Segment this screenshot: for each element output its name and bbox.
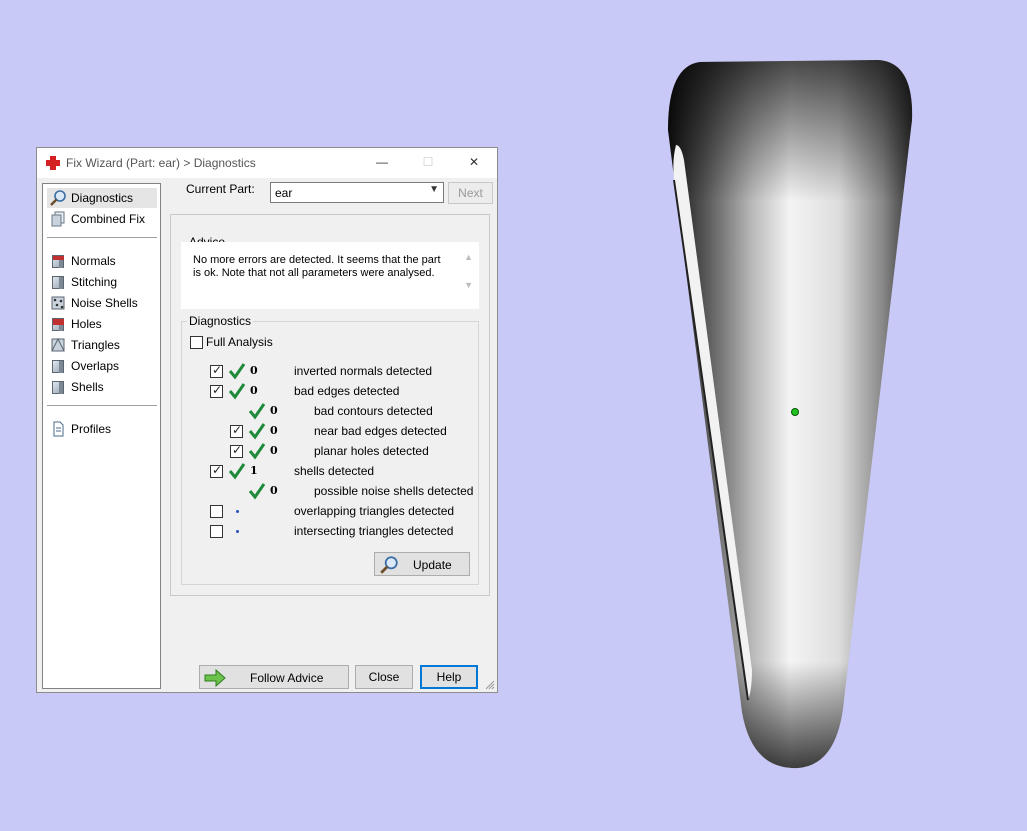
window-title: Fix Wizard (Part: ear) > Diagnostics bbox=[66, 156, 256, 170]
diag-label: overlapping triangles detected bbox=[294, 504, 455, 518]
document-icon bbox=[53, 421, 64, 437]
diag-checkbox-overlapping-triangles[interactable] bbox=[210, 505, 223, 518]
cube-triangles-icon bbox=[51, 337, 65, 352]
diag-label: planar holes detected bbox=[314, 444, 429, 458]
update-button[interactable]: Update bbox=[374, 552, 470, 576]
nav-label: Profiles bbox=[71, 422, 112, 436]
diag-label: possible noise shells detected bbox=[314, 484, 474, 498]
nav-label: Overlaps bbox=[71, 359, 120, 373]
diag-count: 0 bbox=[250, 364, 258, 377]
maximize-button[interactable]: ☐ bbox=[405, 148, 451, 178]
nav-item-combined-fix[interactable]: Combined Fix bbox=[47, 209, 157, 229]
green-check-icon bbox=[248, 403, 266, 420]
nav-label: Shells bbox=[71, 380, 104, 394]
nav-item-stitching[interactable]: Stitching bbox=[47, 272, 157, 292]
green-check-icon bbox=[248, 483, 266, 500]
nav-item-overlaps[interactable]: Overlaps bbox=[47, 356, 157, 376]
current-part-value: ear bbox=[275, 186, 293, 200]
nav-label: Triangles bbox=[71, 338, 120, 352]
nav-item-holes[interactable]: Holes bbox=[47, 314, 157, 334]
magnifier-icon bbox=[50, 190, 66, 206]
diag-checkbox-planar-holes[interactable] bbox=[230, 443, 243, 458]
diag-count: 0 bbox=[270, 404, 278, 417]
diagnostics-group-title: Diagnostics bbox=[187, 314, 254, 328]
diag-count: 0 bbox=[270, 444, 278, 457]
scroll-up-icon[interactable]: ▲ bbox=[464, 252, 473, 262]
nav-item-normals[interactable]: Normals bbox=[47, 251, 157, 271]
pending-dot-icon bbox=[236, 510, 239, 513]
cube-stitching-icon bbox=[49, 273, 67, 291]
scroll-down-icon[interactable]: ▼ bbox=[464, 280, 473, 290]
nav-item-shells[interactable]: Shells bbox=[47, 377, 157, 397]
green-check-icon bbox=[248, 443, 266, 460]
advice-text: No more errors are detected. It seems th… bbox=[193, 254, 441, 279]
diag-count: 0 bbox=[250, 384, 258, 397]
nav-label: Holes bbox=[71, 317, 102, 331]
cube-shells-icon bbox=[49, 378, 67, 396]
diag-checkbox-intersecting-triangles[interactable] bbox=[210, 525, 223, 538]
ear-model[interactable] bbox=[668, 60, 913, 769]
follow-advice-label: Follow Advice bbox=[250, 671, 324, 685]
advice-textbox[interactable]: No more errors are detected. It seems th… bbox=[181, 242, 479, 309]
cube-overlaps-icon bbox=[49, 357, 67, 375]
diag-label: shells detected bbox=[294, 464, 375, 478]
cube-normals-icon bbox=[49, 252, 67, 270]
nav-item-noise-shells[interactable]: Noise Shells bbox=[47, 293, 157, 313]
diag-checkbox-bad-edges[interactable] bbox=[210, 383, 223, 398]
pivot-point bbox=[791, 408, 799, 416]
full-analysis-label: Full Analysis bbox=[206, 335, 273, 349]
diag-checkbox-shells[interactable] bbox=[210, 463, 223, 478]
diag-checkbox-near-bad-edges[interactable] bbox=[230, 423, 243, 438]
resize-grip-icon[interactable] bbox=[485, 680, 495, 690]
pending-dot-icon bbox=[236, 530, 239, 533]
title-bar[interactable]: Fix Wizard (Part: ear) > Diagnostics — ☐… bbox=[37, 148, 497, 178]
red-cross-icon bbox=[46, 156, 60, 170]
green-check-icon bbox=[228, 463, 246, 480]
diag-count: 0 bbox=[270, 484, 278, 497]
next-button[interactable]: Next bbox=[448, 182, 493, 204]
nav-divider bbox=[47, 405, 157, 406]
nav-item-diagnostics[interactable]: Diagnostics bbox=[47, 188, 157, 208]
green-check-icon bbox=[228, 363, 246, 380]
stack-icon bbox=[51, 211, 65, 227]
nav-item-profiles[interactable]: Profiles bbox=[47, 419, 157, 439]
diag-label: bad edges detected bbox=[294, 384, 400, 398]
wizard-nav: Diagnostics Combined Fix Normals Stitchi… bbox=[42, 183, 161, 689]
green-check-icon bbox=[248, 423, 266, 440]
diag-label: intersecting triangles detected bbox=[294, 524, 454, 538]
nav-label: Diagnostics bbox=[71, 191, 134, 205]
diag-label: inverted normals detected bbox=[294, 364, 433, 378]
nav-label: Noise Shells bbox=[71, 296, 138, 310]
help-button[interactable]: Help bbox=[420, 665, 478, 689]
current-part-label: Current Part: bbox=[186, 182, 255, 196]
nav-label: Combined Fix bbox=[71, 212, 146, 226]
close-button[interactable]: Close bbox=[355, 665, 413, 689]
diag-label: near bad edges detected bbox=[314, 424, 447, 438]
green-arrow-icon bbox=[204, 669, 226, 687]
noise-cube-icon bbox=[51, 296, 65, 310]
diag-label: bad contours detected bbox=[314, 404, 433, 418]
diag-count: 1 bbox=[250, 464, 258, 477]
green-check-icon bbox=[228, 383, 246, 400]
diag-checkbox-inverted-normals[interactable] bbox=[210, 363, 223, 378]
magnifier-icon bbox=[380, 556, 398, 574]
current-part-select[interactable]: ear ▼ bbox=[270, 182, 444, 203]
cube-holes-icon bbox=[49, 315, 67, 333]
nav-divider bbox=[47, 237, 157, 238]
full-analysis-checkbox[interactable] bbox=[190, 336, 203, 349]
follow-advice-button[interactable]: Follow Advice bbox=[199, 665, 349, 689]
close-window-button[interactable]: ✕ bbox=[451, 148, 497, 178]
nav-label: Stitching bbox=[71, 275, 118, 289]
nav-item-triangles[interactable]: Triangles bbox=[47, 335, 157, 355]
chevron-down-icon: ▼ bbox=[429, 184, 439, 195]
nav-label: Normals bbox=[71, 254, 116, 268]
fix-wizard-dialog: Fix Wizard (Part: ear) > Diagnostics — ☐… bbox=[36, 147, 498, 693]
minimize-button[interactable]: — bbox=[359, 148, 405, 178]
diag-count: 0 bbox=[270, 424, 278, 437]
update-label: Update bbox=[413, 558, 452, 572]
